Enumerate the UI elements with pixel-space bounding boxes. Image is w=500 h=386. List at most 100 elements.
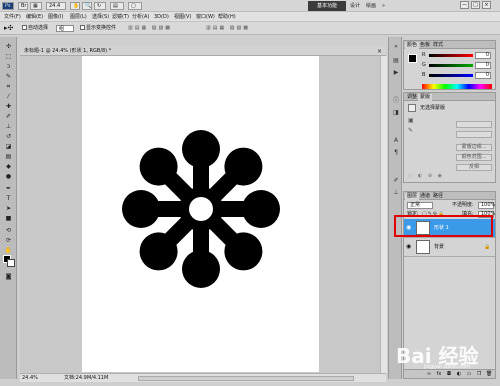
tab-swatches[interactable]: 色板 [418, 42, 432, 49]
distribute-buttons-group[interactable]: ▥▤▦ ▧▨▩ [206, 25, 266, 32]
menu-edit[interactable]: 编辑(E) [26, 14, 43, 20]
tab-color[interactable]: 颜色 [405, 42, 420, 49]
color-spectrum-bar[interactable] [422, 84, 492, 89]
align-buttons-group[interactable]: ▥▤▦ ▧▨▩ [128, 25, 198, 32]
navigator-icon[interactable]: ◨ [392, 109, 400, 117]
move-tool-icon[interactable]: ✣ [4, 43, 13, 51]
pen-tool-icon[interactable]: ✒ [4, 185, 13, 193]
feather-field[interactable] [456, 131, 492, 138]
mask-actions-icons[interactable]: ◌ ◐ ⊕ ◉ [408, 173, 458, 179]
actions-icon[interactable]: ▶ [392, 69, 400, 77]
zoom-level-select[interactable]: 24.4 [46, 2, 66, 10]
dodge-tool-icon[interactable]: ● [4, 173, 13, 181]
gradient-tool-icon[interactable]: ▤ [4, 153, 13, 161]
vector-mask-icon[interactable]: ✎ [408, 127, 416, 135]
hand-tool-icon[interactable]: ✋ [70, 2, 80, 10]
history-icon[interactable]: ▤ [392, 57, 400, 65]
new-layer-icon[interactable]: ❐ [476, 371, 482, 377]
brush-tool-icon[interactable]: ✐ [4, 113, 13, 121]
clone-stamp-tool-icon[interactable]: ⊥ [4, 123, 13, 131]
maximize-button[interactable]: □ [471, 1, 480, 9]
tab-channels[interactable]: 通道 [418, 193, 432, 200]
info-icon[interactable]: ⓘ [392, 97, 400, 105]
blend-mode-select[interactable]: 正常 [407, 202, 433, 209]
folder-icon[interactable]: ▭ [466, 371, 472, 377]
clone-source-icon[interactable]: ⊥ [392, 189, 400, 197]
visibility-eye-icon[interactable]: ◉ [406, 244, 412, 250]
eraser-tool-icon[interactable]: ◪ [4, 143, 13, 151]
slider-g-value[interactable]: 0 [475, 62, 491, 69]
density-field[interactable] [456, 121, 492, 128]
menu-3d[interactable]: 3D(D) [154, 14, 169, 20]
workspace-more-icon[interactable]: » [382, 2, 385, 10]
flower-shape[interactable] [119, 127, 283, 291]
adjustment-icon[interactable]: ◐ [456, 371, 462, 377]
type-tool-icon[interactable]: T [4, 195, 13, 203]
brushes-icon[interactable]: ✐ [392, 177, 400, 185]
menu-view[interactable]: 视图(V) [174, 14, 191, 20]
rotate-view-icon[interactable]: ↻ [94, 2, 106, 10]
shape-tool-icon[interactable]: ■ [4, 215, 13, 223]
trash-icon[interactable]: 🗑 [486, 371, 492, 377]
hand-tool-icon[interactable]: ✋ [4, 247, 13, 255]
minimize-button[interactable]: — [460, 1, 469, 9]
quick-select-tool-icon[interactable]: ✎ [4, 73, 13, 81]
link-icon[interactable]: ∞ [426, 371, 432, 377]
auto-select-dropdown[interactable]: 组 [56, 25, 74, 32]
tab-adjustments[interactable]: 调整 [405, 94, 419, 101]
menu-file[interactable]: 文件(F) [4, 14, 21, 20]
path-selection-tool-icon[interactable]: ➤ [4, 205, 13, 213]
tab-paths[interactable]: 路径 [431, 193, 445, 200]
slider-b-value[interactable]: 0 [475, 72, 491, 79]
fx-icon[interactable]: fx [436, 371, 442, 377]
close-window-button[interactable]: × [482, 1, 491, 9]
workspace-paint[interactable]: 绘画 [366, 2, 376, 10]
character-icon[interactable]: A [392, 137, 400, 145]
menu-layer[interactable]: 图层(L) [70, 14, 87, 20]
mask-icon[interactable]: ◘ [446, 371, 452, 377]
slider-r[interactable]: R 0 [422, 52, 492, 59]
document-tab[interactable]: 未标题-1 @ 24.4% (形状 1, RGB/8) * × [20, 47, 386, 56]
horizontal-scrollbar[interactable] [138, 376, 354, 381]
bridge-icon[interactable]: Br [18, 2, 28, 10]
quick-mask-icon[interactable]: ◙ [4, 273, 13, 281]
workspace-design[interactable]: 设计 [350, 2, 360, 10]
crop-tool-icon[interactable]: ⌗ [4, 83, 13, 91]
menu-window[interactable]: 窗口(W) [196, 14, 215, 20]
color-range-button[interactable]: 颜色范围... [456, 154, 492, 161]
menu-help[interactable]: 帮助(H) [218, 14, 236, 20]
menu-image[interactable]: 图像(I) [48, 14, 63, 20]
slider-r-track[interactable] [429, 54, 473, 57]
history-brush-tool-icon[interactable]: ↺ [4, 133, 13, 141]
lasso-tool-icon[interactable]: ↄ [4, 63, 13, 71]
menu-analysis[interactable]: 分析(A) [132, 14, 149, 20]
slider-b-track[interactable] [429, 74, 473, 77]
workspace-essentials-button[interactable]: 基本功能 [308, 1, 346, 11]
tab-layers[interactable]: 图层 [405, 193, 420, 200]
3d-rotate-tool-icon[interactable]: ⟲ [4, 227, 13, 235]
show-transform-checkbox[interactable]: 显示变换控件 [80, 25, 116, 32]
slider-b[interactable]: B 0 [422, 72, 492, 79]
zoom-tool-icon[interactable]: 🔍 [82, 2, 92, 10]
invert-button[interactable]: 反相 [456, 164, 492, 171]
arrange-documents-icon[interactable]: ▤ [110, 2, 124, 10]
slider-r-value[interactable]: 0 [475, 52, 491, 59]
tab-masks[interactable]: 蒙版 [418, 94, 433, 101]
menu-select[interactable]: 选择(S) [92, 14, 109, 20]
vertical-scrollbar[interactable] [380, 56, 387, 373]
auto-select-checkbox[interactable]: 自动选择 [22, 25, 48, 32]
collapse-panel-icon[interactable]: « [392, 43, 400, 51]
slider-g[interactable]: G 0 [422, 62, 492, 69]
pixel-mask-icon[interactable]: ▣ [408, 117, 416, 125]
marquee-tool-icon[interactable]: ⬚ [4, 53, 13, 61]
screen-mode-icon[interactable]: ▢ [128, 2, 142, 10]
close-document-icon[interactable]: × [377, 48, 382, 55]
3d-camera-tool-icon[interactable]: ⟳ [4, 237, 13, 245]
move-tool-preset-icon[interactable]: ▸✣ [4, 25, 16, 32]
menu-filter[interactable]: 滤镜(T) [112, 14, 129, 20]
background-color-swatch[interactable] [7, 259, 15, 267]
view-extras-icon[interactable]: ▦ [30, 2, 42, 10]
layer-row-background[interactable]: ◉ 背景 🔒 [404, 238, 495, 257]
tab-styles[interactable]: 样式 [431, 42, 445, 49]
opacity-field[interactable]: 100% [478, 202, 495, 209]
